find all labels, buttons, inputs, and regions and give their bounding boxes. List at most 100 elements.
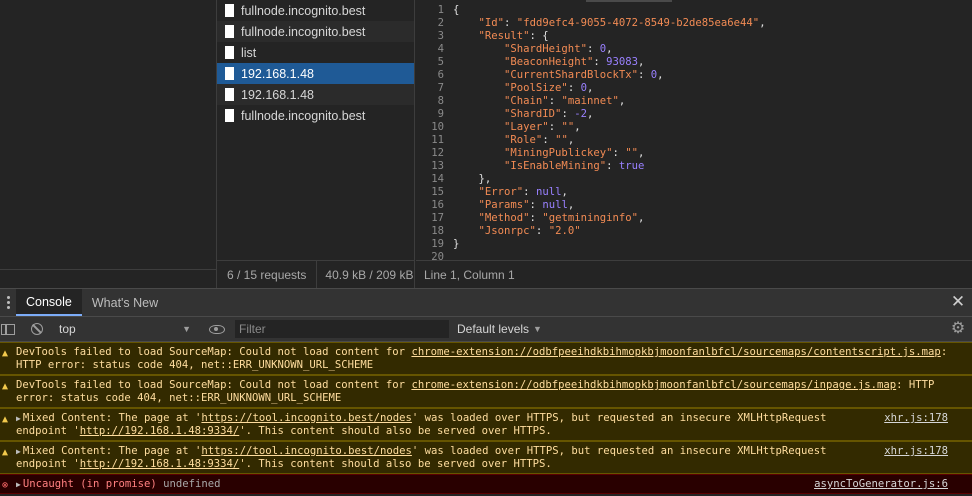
line-number: 6	[437, 69, 444, 81]
context-label: top	[59, 322, 76, 336]
line-number: 20	[431, 251, 444, 260]
line-number: 19	[431, 238, 444, 250]
log-levels-dropdown[interactable]: Default levels ▼	[457, 322, 542, 336]
context-selector[interactable]: top ▼	[59, 322, 191, 336]
close-icon[interactable]: ✕	[950, 293, 966, 310]
drawer-tabbar: Console What's New ✕	[0, 288, 972, 316]
message-text: Uncaught (in promise)	[22, 478, 157, 490]
line-number: 1	[437, 4, 444, 16]
json-value: null	[542, 199, 568, 211]
expand-triangle-icon[interactable]: ▶	[16, 480, 21, 489]
document-icon	[225, 109, 234, 122]
json-value: fdd9efc4-9055-4072-8549-b2de85ea6e44	[523, 17, 753, 29]
source-link[interactable]: chrome-extension://odbfpeeihdkbihmopkbjm…	[411, 379, 896, 391]
request-name: fullnode.incognito.best	[241, 108, 366, 123]
source-location-link[interactable]: xhr.js:178	[884, 445, 948, 458]
warning-icon: ▲	[2, 414, 9, 425]
live-expression-eye-icon[interactable]	[209, 324, 225, 334]
endpoint-link[interactable]: http://192.168.1.48:9334/	[80, 458, 239, 470]
dropdown-arrow-icon: ▼	[182, 324, 191, 334]
line-number: 4	[437, 43, 444, 55]
request-list: fullnode.incognito.best fullnode.incogni…	[217, 0, 415, 260]
request-name: fullnode.incognito.best	[241, 3, 366, 18]
cursor-position: Line 1, Column 1	[416, 260, 972, 288]
source-link[interactable]: chrome-extension://odbfpeeihdkbihmopkbjm…	[411, 346, 940, 358]
expand-triangle-icon[interactable]: ▶	[16, 414, 21, 423]
console-warning[interactable]: ▲ ▶ Mixed Content: The page at 'https://t…	[0, 441, 972, 474]
line-number: 9	[437, 108, 444, 120]
console-warning[interactable]: ▲ ▶ Mixed Content: The page at 'https://t…	[0, 408, 972, 441]
line-number: 12	[431, 147, 444, 159]
request-row-selected[interactable]: 192.168.1.48	[217, 63, 414, 84]
request-row[interactable]: fullnode.incognito.best	[217, 105, 414, 126]
message-text: DevTools failed to load SourceMap: Could…	[16, 379, 412, 391]
line-number: 5	[437, 56, 444, 68]
source-location-link[interactable]: xhr.js:178	[884, 412, 948, 425]
page-link[interactable]: https://tool.incognito.best/nodes	[201, 412, 411, 424]
document-icon	[225, 67, 234, 80]
json-value: 0	[650, 69, 658, 81]
more-tabs-icon[interactable]	[0, 296, 16, 309]
document-icon	[225, 4, 234, 17]
message-text: '. This content should also be served ov…	[239, 458, 552, 470]
filter-input[interactable]: Filter	[235, 320, 449, 338]
message-text: DevTools failed to load SourceMap: Could…	[16, 346, 412, 358]
request-summary-bar: 6 / 15 requests 40.9 kB / 209 kB	[217, 260, 415, 288]
levels-label: Default levels	[457, 322, 530, 336]
request-row[interactable]: fullnode.incognito.best	[217, 21, 414, 42]
tab-whats-new[interactable]: What's New	[82, 289, 168, 316]
left-blank-panel	[0, 0, 217, 288]
line-number: 11	[431, 134, 444, 146]
request-row[interactable]: 192.168.1.48	[217, 84, 414, 105]
json-value: getmininginfo	[548, 212, 632, 224]
page-link[interactable]: https://tool.incognito.best/nodes	[201, 445, 411, 457]
json-value: 0	[599, 43, 607, 55]
line-number: 15	[431, 186, 444, 198]
console-messages: ▲ DevTools failed to load SourceMap: Cou…	[0, 342, 972, 496]
line-number: 8	[437, 95, 444, 107]
line-number: 2	[437, 17, 444, 29]
expand-triangle-icon[interactable]: ▶	[16, 447, 21, 456]
sidebar-toggle-icon[interactable]	[1, 323, 15, 335]
json-code: { "Id": "fdd9efc4-9055-4072-8549-b2de85e…	[453, 4, 766, 250]
warning-icon: ▲	[2, 447, 9, 458]
message-text: Mixed Content: The page at '	[22, 445, 202, 457]
transfer-size: 40.9 kB / 209 kB	[325, 267, 414, 282]
request-row[interactable]: fullnode.incognito.best	[217, 0, 414, 21]
line-number: 13	[431, 160, 444, 172]
request-count: 6 / 15 requests	[217, 261, 318, 288]
console-error[interactable]: ⊗ ▶ Uncaught (in promise) undefined async…	[0, 474, 972, 494]
line-number: 10	[431, 121, 444, 133]
json-value: 0	[580, 82, 587, 94]
request-row[interactable]: list	[217, 42, 414, 63]
endpoint-link[interactable]: http://192.168.1.48:9334/	[80, 425, 239, 437]
tab-console[interactable]: Console	[16, 289, 82, 316]
json-value: null	[535, 186, 562, 198]
message-text: '. This content should also be served ov…	[239, 425, 552, 437]
line-number: 14	[431, 173, 444, 185]
source-location-link[interactable]: asyncToGenerator.js:6	[814, 478, 948, 491]
json-value: -2	[574, 108, 587, 120]
line-number: 18	[431, 225, 444, 237]
warning-icon: ▲	[2, 348, 9, 359]
request-name: fullnode.incognito.best	[241, 24, 366, 39]
document-icon	[225, 25, 234, 38]
console-warning: ▲ DevTools failed to load SourceMap: Cou…	[0, 375, 972, 408]
clear-console-icon[interactable]	[31, 323, 43, 335]
warning-icon: ▲	[2, 381, 9, 392]
line-gutter: 1 2 3 4 5 6 7 8 9 10 11 12 13 14 15 16 1…	[416, 4, 446, 260]
line-number: 7	[437, 82, 444, 94]
dropdown-arrow-icon: ▼	[533, 324, 542, 334]
request-name: 192.168.1.48	[241, 66, 314, 81]
error-icon: ⊗	[2, 480, 9, 491]
document-icon	[225, 88, 234, 101]
json-value: 2.0	[555, 225, 575, 237]
gear-icon[interactable]: ⚙	[950, 321, 966, 337]
line-number: 16	[431, 199, 444, 211]
response-viewer[interactable]: 1 2 3 4 5 6 7 8 9 10 11 12 13 14 15 16 1…	[416, 0, 972, 260]
console-warning: ▲ DevTools failed to load SourceMap: Cou…	[0, 342, 972, 375]
line-number: 3	[437, 30, 444, 42]
message-text: Mixed Content: The page at '	[22, 412, 202, 424]
json-value: 93083	[606, 56, 638, 68]
json-value: mainnet	[567, 95, 613, 107]
